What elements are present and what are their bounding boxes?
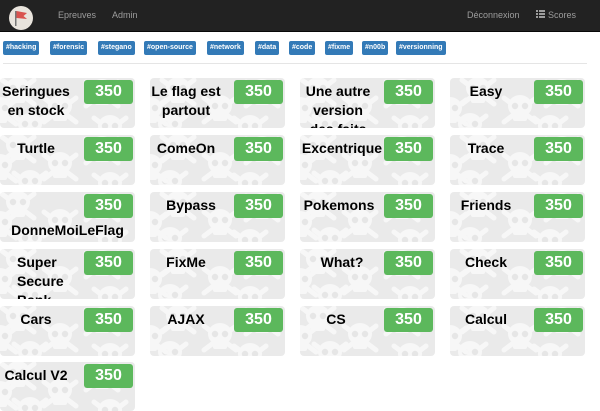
tag-fixme[interactable]: #fixme	[325, 41, 354, 55]
nav-link-epreuves[interactable]: Epreuves	[58, 10, 96, 20]
challenge-card-une-autre-version[interactable]: Une autre version des faits 350	[300, 78, 435, 128]
tag-n00b[interactable]: #n00b	[362, 41, 389, 55]
challenge-card-friends[interactable]: Friends 350	[450, 192, 585, 242]
tag-stegano[interactable]: #stegano	[98, 41, 135, 55]
challenge-card-pokemons[interactable]: Pokemons 350	[300, 192, 435, 242]
challenge-title: Calcul	[464, 311, 507, 327]
challenge-card-cars[interactable]: Cars 350	[0, 306, 135, 356]
challenge-title: Cars	[20, 311, 52, 327]
challenge-card-le-flag-est-partout[interactable]: Le flag est partout 350	[150, 78, 285, 128]
challenge-points: 350	[234, 308, 283, 332]
challenge-title: Friends	[460, 197, 512, 213]
challenge-title: Seringues en stock	[2, 83, 70, 118]
challenge-card-donnemoileflag[interactable]: DonneMoiLeFlag 350	[0, 192, 135, 242]
challenge-points: 350	[534, 251, 583, 275]
challenge-card-trace[interactable]: Trace 350	[450, 135, 585, 185]
challenge-points: 350	[384, 137, 433, 161]
challenge-points: 350	[84, 308, 133, 332]
challenge-title: What?	[320, 254, 364, 270]
challenge-points: 350	[384, 80, 433, 104]
challenge-title: DonneMoiLeFlag	[11, 222, 124, 238]
navbar: Epreuves Admin Déconnexion Scores	[0, 0, 600, 32]
challenge-title: Calcul V2	[4, 367, 68, 383]
challenge-points: 350	[84, 137, 133, 161]
flag-logo-icon[interactable]	[9, 6, 33, 30]
tag-forensic[interactable]: #forensic	[50, 41, 88, 55]
challenge-title: Turtle	[17, 140, 55, 156]
tag-data[interactable]: #data	[255, 41, 280, 55]
tag-hacking[interactable]: #hacking	[3, 41, 40, 55]
challenge-card-bypass[interactable]: Bypass 350	[150, 192, 285, 242]
challenge-title: Une autre version des faits	[305, 83, 371, 128]
scores-link[interactable]: Scores	[536, 10, 576, 20]
challenge-points: 350	[534, 80, 583, 104]
challenge-points: 350	[84, 364, 133, 388]
challenge-points: 350	[384, 194, 433, 218]
list-icon	[536, 10, 545, 20]
challenge-points: 350	[234, 194, 283, 218]
challenge-card-ajax[interactable]: AJAX 350	[150, 306, 285, 356]
tag-filter-bar: #hacking #forensic #stegano #open-source…	[3, 41, 593, 57]
challenge-card-what[interactable]: What? 350	[300, 249, 435, 299]
challenge-title: Pokemons	[303, 197, 375, 213]
challenge-card-easy[interactable]: Easy 350	[450, 78, 585, 128]
challenge-points: 350	[234, 137, 283, 161]
scores-label: Scores	[548, 10, 577, 20]
challenge-card-calcul-v2[interactable]: Calcul V2 350	[0, 362, 135, 411]
challenge-card-super-secure-bank[interactable]: Super Secure Bank 350	[0, 249, 135, 299]
challenge-title: Trace	[467, 140, 505, 156]
challenge-card-comeon[interactable]: ComeOn 350	[150, 135, 285, 185]
challenge-title: Le flag est partout	[151, 83, 221, 118]
challenge-points: 350	[534, 308, 583, 332]
challenge-points: 350	[534, 194, 583, 218]
tag-versionning[interactable]: #versionning	[396, 41, 446, 55]
challenge-points: 350	[84, 251, 133, 275]
challenge-card-fixme[interactable]: FixMe 350	[150, 249, 285, 299]
challenge-title: ComeOn	[156, 140, 216, 156]
challenge-points: 350	[384, 251, 433, 275]
nav-link-admin[interactable]: Admin	[112, 10, 138, 20]
challenge-title: Check	[464, 254, 508, 270]
challenge-points: 350	[234, 80, 283, 104]
challenge-card-cs[interactable]: CS 350	[300, 306, 435, 356]
tag-code[interactable]: #code	[289, 41, 316, 55]
challenge-card-check[interactable]: Check 350	[450, 249, 585, 299]
challenge-card-turtle[interactable]: Turtle 350	[0, 135, 135, 185]
challenge-points: 350	[84, 80, 133, 104]
challenge-points: 350	[84, 194, 133, 218]
tag-network[interactable]: #network	[207, 41, 244, 55]
challenge-title: AJAX	[167, 311, 205, 327]
challenge-card-seringues[interactable]: Seringues en stock 350	[0, 78, 135, 128]
tag-open-source[interactable]: #open-source	[144, 41, 196, 55]
challenge-title: Easy	[469, 83, 503, 99]
challenge-title: Bypass	[166, 197, 216, 213]
challenge-title: FixMe	[166, 254, 206, 270]
challenge-card-excentrique[interactable]: Excentrique 350	[300, 135, 435, 185]
challenge-card-calcul[interactable]: Calcul 350	[450, 306, 585, 356]
challenge-title: CS	[326, 311, 346, 327]
challenge-points: 350	[234, 251, 283, 275]
challenge-points: 350	[384, 308, 433, 332]
divider	[3, 63, 587, 64]
challenge-title: Excentrique	[301, 140, 383, 156]
challenge-title: Super Secure Bank	[17, 254, 64, 299]
logout-link[interactable]: Déconnexion	[467, 10, 520, 20]
challenge-points: 350	[534, 137, 583, 161]
